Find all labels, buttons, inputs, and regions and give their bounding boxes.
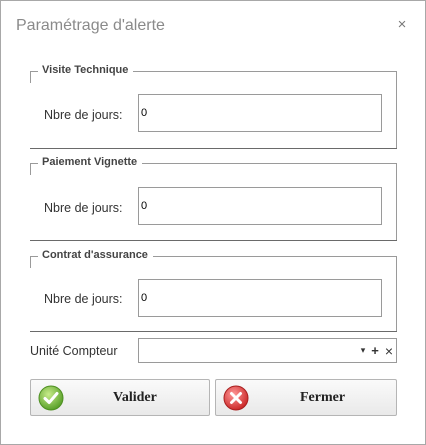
contrat-assurance-days-input[interactable] [138,279,382,317]
fieldset-legend: Visite Technique [41,64,130,76]
fieldset-border-bottom [30,148,397,149]
add-icon[interactable]: + [371,344,379,357]
fieldset-border-left [30,71,31,83]
valider-button[interactable]: Valider [30,379,210,416]
clear-icon[interactable]: × [385,344,393,358]
alert-settings-dialog: Paramétrage d'alerte × Visite Technique … [0,0,426,445]
fieldset-legend: Contrat d'assurance [41,249,149,261]
fieldset-border-top [133,71,397,72]
fieldset-legend: Paiement Vignette [41,156,139,168]
paiement-vignette-days-input[interactable] [138,187,382,225]
fieldset-border-top [142,163,397,164]
cancel-icon [223,385,249,411]
unite-compteur-combobox[interactable]: ▾ + × [138,338,397,363]
fieldset-visite-technique: Visite Technique Nbre de jours: [30,64,397,149]
visite-technique-days-input[interactable] [138,94,382,132]
fieldset-border-left [30,163,31,175]
chevron-down-icon[interactable]: ▾ [361,346,366,355]
fieldset-contrat-assurance: Contrat d'assurance Nbre de jours: [30,249,397,332]
nbre-jours-label: Nbre de jours: [44,108,123,122]
fermer-label: Fermer [300,390,346,405]
unite-compteur-label: Unité Compteur [30,344,118,358]
dialog-title: Paramétrage d'alerte [16,17,165,34]
fieldset-border-right [396,163,397,241]
nbre-jours-label: Nbre de jours: [44,201,123,215]
valider-label: Valider [113,390,157,405]
fieldset-border-top-left [30,163,38,164]
fermer-button[interactable]: Fermer [215,379,397,416]
fieldset-border-bottom [30,331,397,332]
fieldset-border-right [396,256,397,332]
fieldset-paiement-vignette: Paiement Vignette Nbre de jours: [30,156,397,241]
fieldset-border-right [396,71,397,149]
combo-actions: ▾ + × [361,339,393,362]
nbre-jours-label: Nbre de jours: [44,292,123,306]
fieldset-border-top-left [30,71,38,72]
close-icon[interactable]: × [395,17,409,33]
fieldset-border-top-left [30,256,38,257]
fieldset-border-top [153,256,397,257]
fieldset-border-left [30,256,31,268]
check-icon [38,385,64,411]
fieldset-border-bottom [30,240,397,241]
